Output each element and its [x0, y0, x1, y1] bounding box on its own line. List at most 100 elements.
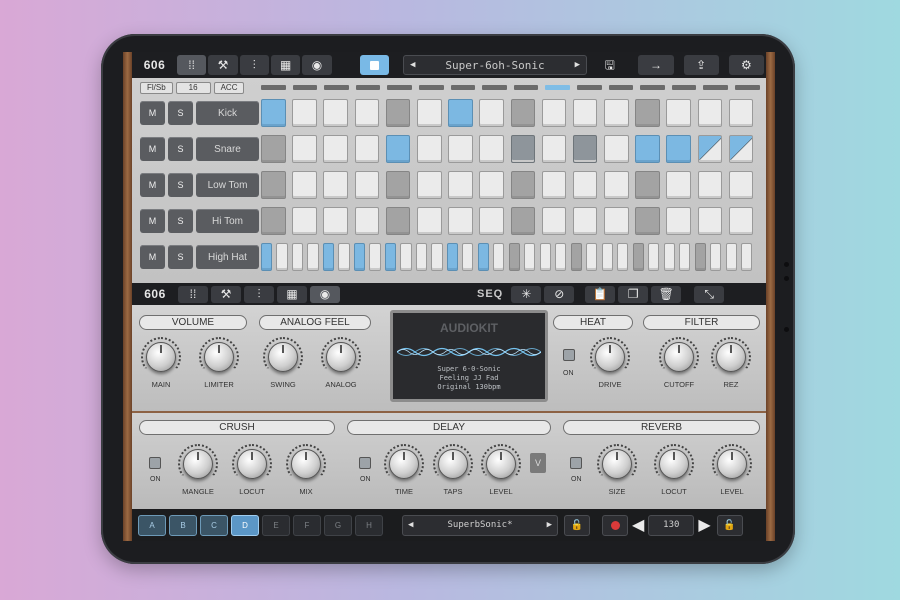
- step-pad[interactable]: [307, 243, 319, 271]
- step-pad[interactable]: [635, 99, 660, 127]
- step-pad[interactable]: [648, 243, 660, 271]
- step-pad[interactable]: [323, 135, 348, 163]
- step-pad[interactable]: [541, 171, 567, 199]
- delay-on-toggle[interactable]: [359, 457, 371, 469]
- step-pad[interactable]: [697, 99, 723, 127]
- step-pad[interactable]: [697, 135, 723, 163]
- step-pad[interactable]: [741, 243, 753, 271]
- next-button[interactable]: →: [638, 55, 674, 75]
- next-kit-icon[interactable]: ▶: [547, 520, 552, 530]
- step-pad[interactable]: [666, 99, 692, 127]
- step-pad[interactable]: [369, 243, 381, 271]
- mute-button[interactable]: M: [140, 137, 165, 161]
- step-pad[interactable]: [479, 135, 504, 163]
- step-pad[interactable]: [666, 207, 692, 235]
- step-pad[interactable]: [541, 135, 567, 163]
- step-pad[interactable]: [354, 135, 380, 163]
- delay-mode-button[interactable]: V: [530, 453, 546, 473]
- step-pad[interactable]: [728, 207, 754, 235]
- mute-button[interactable]: M: [140, 173, 165, 197]
- step-pad[interactable]: [539, 243, 551, 271]
- step-pad[interactable]: [508, 243, 520, 271]
- flam-shuffle-button[interactable]: Fl/Sb: [140, 82, 173, 94]
- track-name[interactable]: High Hat: [196, 245, 259, 269]
- step-pad[interactable]: [322, 243, 335, 271]
- step-pad[interactable]: [276, 243, 288, 271]
- step-pad[interactable]: [510, 135, 536, 163]
- step-pad[interactable]: [261, 207, 286, 235]
- step-pad[interactable]: [385, 171, 411, 199]
- crush-on-toggle[interactable]: [149, 457, 161, 469]
- kit-lock-button[interactable]: 🔓: [564, 514, 590, 536]
- step-pad[interactable]: [697, 207, 723, 235]
- wrench-button[interactable]: ⚒: [208, 55, 238, 75]
- step-pad[interactable]: [663, 243, 675, 271]
- step-pad[interactable]: [524, 243, 536, 271]
- prev-preset-icon[interactable]: ◀: [410, 60, 415, 70]
- tempo-display[interactable]: 130: [648, 514, 695, 536]
- step-pad[interactable]: [261, 99, 286, 127]
- step-pad[interactable]: [261, 135, 286, 163]
- step-pad[interactable]: [728, 99, 754, 127]
- bank-button[interactable]: G: [324, 514, 352, 536]
- delay-taps-knob[interactable]: [438, 449, 468, 479]
- step-pad[interactable]: [338, 243, 350, 271]
- step-pad[interactable]: [679, 243, 691, 271]
- accent-button[interactable]: ACC: [213, 82, 245, 94]
- mixer-button-2[interactable]: ⫶: [244, 285, 274, 303]
- step-pad[interactable]: [448, 99, 473, 127]
- pads-button-2[interactable]: ▦: [277, 285, 307, 303]
- track-name[interactable]: Low Tom: [196, 173, 259, 197]
- tempo-lock-button[interactable]: 🔓: [716, 514, 743, 536]
- crush-locut-knob[interactable]: [237, 449, 267, 479]
- tempo-up-icon[interactable]: ▶: [698, 515, 710, 535]
- step-pad[interactable]: [354, 99, 380, 127]
- step-pad[interactable]: [479, 99, 504, 127]
- delete-button[interactable]: 🗑: [651, 285, 682, 303]
- step-pad[interactable]: [586, 243, 598, 271]
- step-pad[interactable]: [635, 207, 660, 235]
- solo-button[interactable]: S: [168, 245, 193, 269]
- grid-view-button-2[interactable]: ⁞⁞: [178, 285, 208, 303]
- step-pad[interactable]: [635, 135, 660, 163]
- expand-button[interactable]: ⤡: [694, 285, 725, 303]
- bank-button[interactable]: F: [293, 514, 321, 536]
- step-pad[interactable]: [291, 243, 304, 271]
- step-pad[interactable]: [555, 243, 567, 271]
- step-pad[interactable]: [572, 171, 598, 199]
- delay-time-knob[interactable]: [389, 449, 419, 479]
- step-pad[interactable]: [666, 135, 692, 163]
- mute-button[interactable]: M: [140, 245, 165, 269]
- record-disc-button-2[interactable]: ◉: [310, 285, 340, 303]
- step-pad[interactable]: [617, 243, 629, 271]
- step-pad[interactable]: [400, 243, 412, 271]
- bank-button[interactable]: D: [231, 514, 259, 536]
- track-name[interactable]: Kick: [196, 101, 259, 125]
- step-pad[interactable]: [323, 207, 348, 235]
- analog-knob[interactable]: [326, 342, 356, 372]
- solo-button[interactable]: S: [168, 137, 193, 161]
- step-pad[interactable]: [384, 243, 397, 271]
- step-pad[interactable]: [477, 243, 489, 271]
- drive-knob[interactable]: [595, 342, 625, 372]
- steps-button[interactable]: 16: [175, 82, 211, 94]
- limiter-knob[interactable]: [204, 342, 234, 372]
- step-pad[interactable]: [292, 99, 317, 127]
- step-pad[interactable]: [572, 207, 598, 235]
- step-pad[interactable]: [725, 243, 737, 271]
- clear-button[interactable]: ⊘: [544, 285, 575, 303]
- bank-button[interactable]: B: [169, 514, 197, 536]
- step-pad[interactable]: [604, 171, 629, 199]
- step-pad[interactable]: [446, 243, 458, 271]
- cutoff-knob[interactable]: [664, 342, 694, 372]
- mix-knob[interactable]: [291, 449, 321, 479]
- next-preset-icon[interactable]: ▶: [575, 60, 580, 70]
- reverb-level-knob[interactable]: [717, 449, 747, 479]
- step-pad[interactable]: [448, 171, 473, 199]
- step-pad[interactable]: [323, 99, 348, 127]
- step-pad[interactable]: [510, 171, 536, 199]
- step-pad[interactable]: [323, 171, 348, 199]
- step-pad[interactable]: [292, 207, 317, 235]
- delay-level-knob[interactable]: [486, 449, 516, 479]
- step-pad[interactable]: [572, 99, 598, 127]
